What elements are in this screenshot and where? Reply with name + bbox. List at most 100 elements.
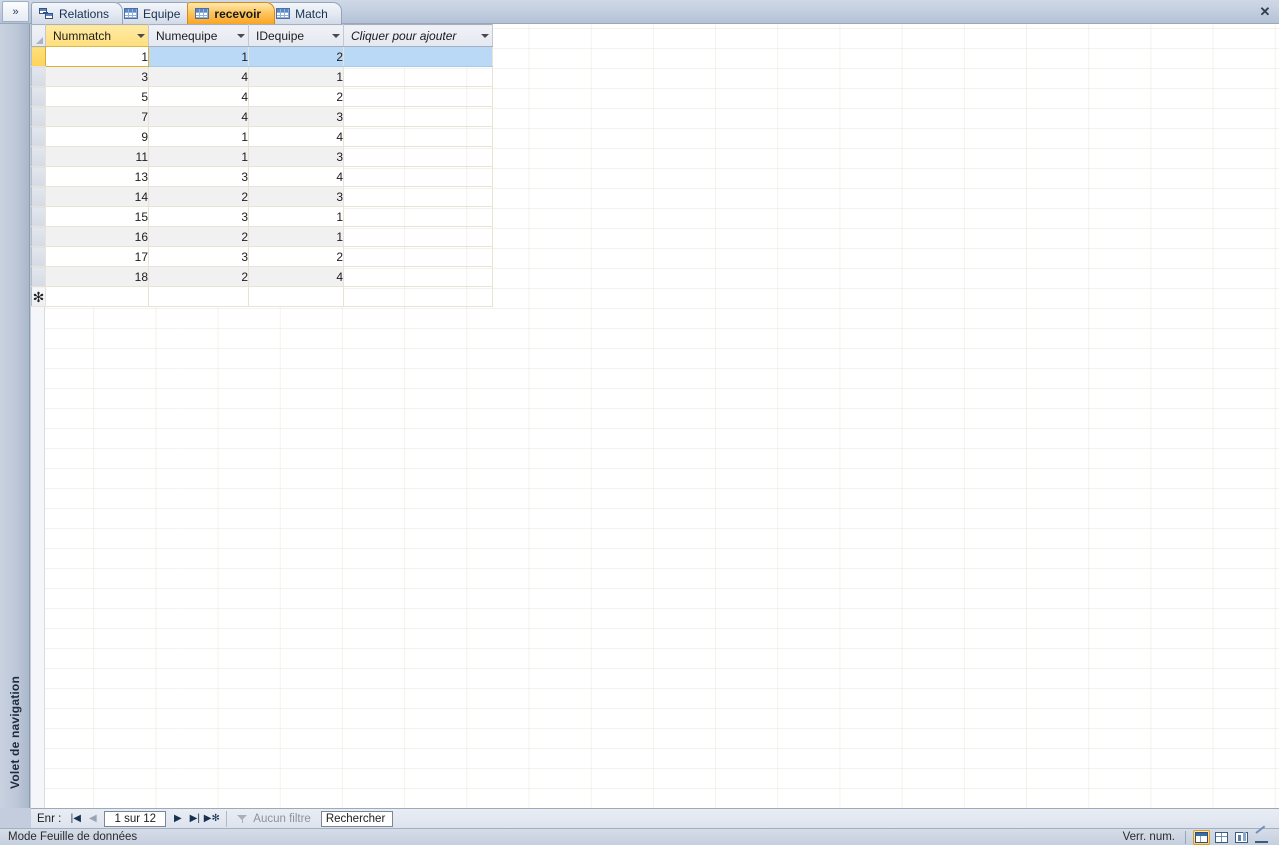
cell-add-new[interactable] <box>343 126 493 147</box>
pivot-chart-view-button[interactable] <box>1233 830 1250 845</box>
cell-add-new[interactable] <box>343 226 493 247</box>
cell-nummatch[interactable]: 13 <box>45 166 149 187</box>
cell-add-new[interactable] <box>343 266 493 287</box>
cell-numequipe[interactable]: 4 <box>148 66 249 87</box>
cell-numequipe[interactable]: 4 <box>148 86 249 107</box>
row-selector[interactable] <box>31 226 46 247</box>
record-position-input[interactable]: 1 sur 12 <box>104 810 167 827</box>
filter-status-button[interactable]: Aucun filtre <box>233 810 315 827</box>
new-record-button[interactable]: ▶✻ <box>203 811 220 827</box>
chevron-down-icon[interactable] <box>332 33 340 38</box>
cell-nummatch[interactable]: 11 <box>45 146 149 167</box>
search-input[interactable]: Rechercher <box>320 810 393 827</box>
new-record-marker[interactable]: ✻ <box>31 286 46 307</box>
first-record-button[interactable]: |◀ <box>67 811 84 827</box>
table-row[interactable]: 7 4 3 <box>31 106 493 127</box>
row-selector[interactable] <box>31 66 46 87</box>
cell-idequipe[interactable]: 1 <box>248 226 344 247</box>
row-selector[interactable] <box>31 126 46 147</box>
table-row[interactable]: 1 1 2 <box>31 46 493 67</box>
cell-idequipe[interactable]: 2 <box>248 86 344 107</box>
cell-idequipe[interactable] <box>248 286 344 307</box>
row-selector[interactable] <box>31 266 46 287</box>
tab-relations[interactable]: Relations <box>31 2 124 24</box>
cell-idequipe[interactable]: 3 <box>248 146 344 167</box>
select-all-corner[interactable] <box>31 24 46 47</box>
column-header-add-new-field[interactable]: Cliquer pour ajouter <box>343 24 493 47</box>
cell-idequipe[interactable]: 4 <box>248 166 344 187</box>
cell-nummatch[interactable]: 18 <box>45 266 149 287</box>
cell-add-new[interactable] <box>343 146 493 167</box>
cell-numequipe[interactable]: 4 <box>148 106 249 127</box>
cell-idequipe[interactable]: 1 <box>248 66 344 87</box>
cell-add-new[interactable] <box>343 46 493 67</box>
cell-numequipe[interactable]: 2 <box>148 186 249 207</box>
next-record-button[interactable]: ▶ <box>169 811 186 827</box>
cell-nummatch[interactable]: 16 <box>45 226 149 247</box>
row-selector[interactable] <box>31 206 46 227</box>
row-selector[interactable] <box>31 166 46 187</box>
cell-numequipe[interactable]: 3 <box>148 206 249 227</box>
cell-nummatch[interactable]: 15 <box>45 206 149 227</box>
new-record-row[interactable]: ✻ <box>31 286 493 307</box>
column-header-nummatch[interactable]: Nummatch <box>45 24 149 47</box>
table-row[interactable]: 9 1 4 <box>31 126 493 147</box>
chevron-down-icon[interactable] <box>481 33 489 38</box>
cell-idequipe[interactable]: 4 <box>248 126 344 147</box>
cell-numequipe[interactable]: 2 <box>148 266 249 287</box>
table-row[interactable]: 13 3 4 <box>31 166 493 187</box>
cell-add-new[interactable] <box>343 106 493 127</box>
cell-numequipe[interactable] <box>148 286 249 307</box>
chevron-down-icon[interactable] <box>237 33 245 38</box>
table-row[interactable]: 11 1 3 <box>31 146 493 167</box>
navigation-pane[interactable]: Volet de navigation <box>0 24 30 808</box>
row-selector[interactable] <box>31 246 46 267</box>
cell-nummatch[interactable]: 7 <box>45 106 149 127</box>
datasheet-view-button[interactable] <box>1193 829 1210 845</box>
cell-idequipe[interactable]: 3 <box>248 186 344 207</box>
row-selector[interactable] <box>31 146 46 167</box>
cell-idequipe[interactable]: 1 <box>248 206 344 227</box>
close-object-button[interactable]: ✕ <box>1254 3 1276 21</box>
cell-numequipe[interactable]: 1 <box>148 46 249 67</box>
row-selector[interactable] <box>31 86 46 107</box>
column-header-numequipe[interactable]: Numequipe <box>148 24 249 47</box>
cell-nummatch[interactable]: 1 <box>45 46 149 67</box>
cell-add-new[interactable] <box>343 66 493 87</box>
cell-add-new[interactable] <box>343 286 493 307</box>
table-row[interactable]: 18 2 4 <box>31 266 493 287</box>
cell-numequipe[interactable]: 1 <box>148 146 249 167</box>
cell-idequipe[interactable]: 4 <box>248 266 344 287</box>
tab-match[interactable]: Match <box>268 2 342 24</box>
table-row[interactable]: 15 3 1 <box>31 206 493 227</box>
cell-nummatch[interactable]: 3 <box>45 66 149 87</box>
last-record-button[interactable]: ▶| <box>186 811 203 827</box>
cell-numequipe[interactable]: 3 <box>148 246 249 267</box>
cell-add-new[interactable] <box>343 206 493 227</box>
cell-idequipe[interactable]: 2 <box>248 246 344 267</box>
table-row[interactable]: 3 4 1 <box>31 66 493 87</box>
column-header-idequipe[interactable]: IDequipe <box>248 24 344 47</box>
pivot-table-view-button[interactable] <box>1213 830 1230 845</box>
cell-numequipe[interactable]: 1 <box>148 126 249 147</box>
tab-equipe[interactable]: Equipe <box>116 2 195 24</box>
cell-nummatch[interactable]: 14 <box>45 186 149 207</box>
cell-add-new[interactable] <box>343 166 493 187</box>
table-row[interactable]: 14 2 3 <box>31 186 493 207</box>
cell-add-new[interactable] <box>343 246 493 267</box>
table-row[interactable]: 17 3 2 <box>31 246 493 267</box>
table-row[interactable]: 5 4 2 <box>31 86 493 107</box>
cell-nummatch[interactable]: 9 <box>45 126 149 147</box>
table-row[interactable]: 16 2 1 <box>31 226 493 247</box>
cell-add-new[interactable] <box>343 86 493 107</box>
previous-record-button[interactable]: ◀ <box>84 811 101 827</box>
cell-numequipe[interactable]: 3 <box>148 166 249 187</box>
cell-add-new[interactable] <box>343 186 493 207</box>
cell-numequipe[interactable]: 2 <box>148 226 249 247</box>
cell-idequipe[interactable]: 3 <box>248 106 344 127</box>
cell-nummatch[interactable]: 5 <box>45 86 149 107</box>
navigation-pane-expand-button[interactable]: » <box>2 1 29 22</box>
row-selector[interactable] <box>31 186 46 207</box>
cell-nummatch[interactable] <box>45 286 149 307</box>
design-view-button[interactable] <box>1253 830 1270 845</box>
